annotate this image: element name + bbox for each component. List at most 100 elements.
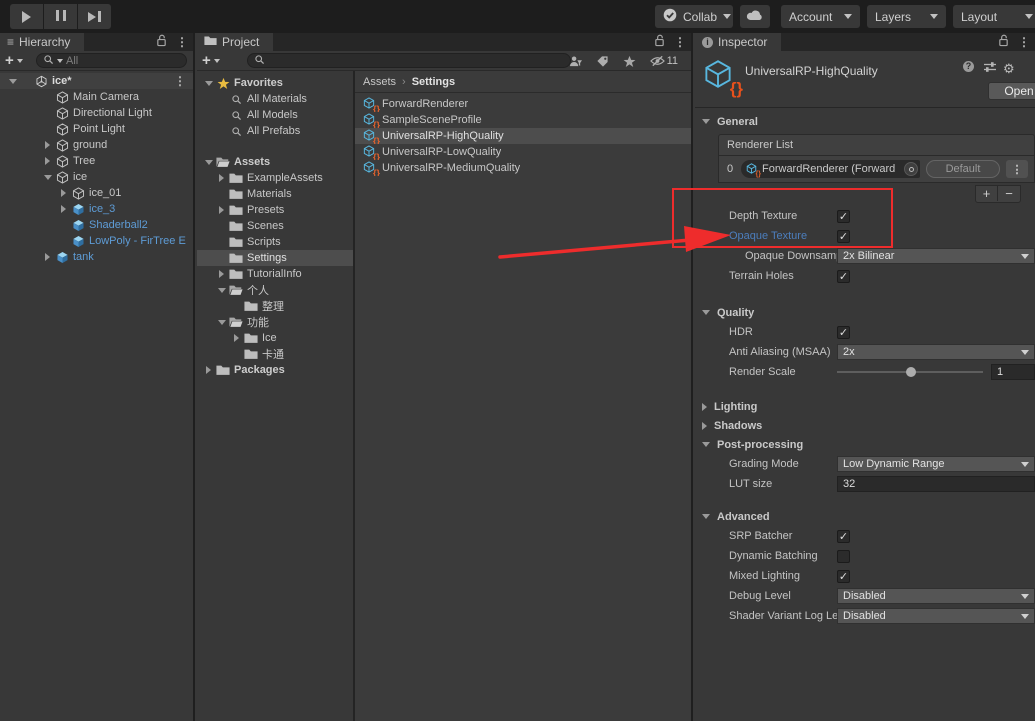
grading-mode-dropdown[interactable]: Low Dynamic Range — [837, 456, 1035, 472]
foldout-arrow[interactable] — [41, 175, 54, 180]
tree-item-settings[interactable]: Settings — [197, 250, 353, 266]
hierarchy-item-ice[interactable]: ice — [0, 169, 193, 185]
hierarchy-item-main-camera[interactable]: Main Camera — [0, 89, 193, 105]
foldout-arrow[interactable] — [57, 205, 70, 213]
renderer-object-field[interactable]: {} ForwardRenderer (Forward — [741, 160, 920, 178]
foldout-arrow[interactable] — [41, 141, 54, 149]
kebab-menu-icon[interactable]: ⋮ — [674, 36, 686, 48]
hierarchy-search-input[interactable]: All — [36, 53, 187, 68]
search-by-label-button[interactable] — [589, 51, 616, 71]
tree-item-exampleassets[interactable]: ExampleAssets — [197, 170, 353, 186]
foldout-arrow[interactable] — [215, 320, 228, 325]
tree-item-tutorialinfo[interactable]: TutorialInfo — [197, 266, 353, 282]
step-button[interactable] — [78, 4, 111, 29]
account-dropdown[interactable]: Account — [781, 5, 860, 28]
terrain-holes-checkbox[interactable]: ✓ — [837, 270, 850, 283]
cloud-button[interactable] — [740, 5, 770, 28]
mixed-lighting-checkbox[interactable]: ✓ — [837, 570, 850, 583]
presets-icon[interactable] — [983, 61, 997, 73]
asset-universalrp-lowquality[interactable]: {}UniversalRP-LowQuality — [355, 144, 691, 160]
foldout-arrow[interactable] — [202, 160, 215, 165]
foldout-arrow[interactable] — [41, 157, 54, 165]
tree-item-materials[interactable]: Materials — [197, 186, 353, 202]
hierarchy-item-ice-01[interactable]: ice_01 — [0, 185, 193, 201]
depth-texture-checkbox[interactable]: ✓ — [837, 210, 850, 223]
tree-item-scenes[interactable]: Scenes — [197, 218, 353, 234]
breadcrumb-root[interactable]: Assets — [363, 76, 396, 88]
render-scale-value[interactable]: 1 — [991, 364, 1035, 380]
play-button[interactable] — [10, 4, 43, 29]
kebab-menu-icon[interactable]: ⋮ — [1018, 36, 1030, 48]
tree-item-scripts[interactable]: Scripts — [197, 234, 353, 250]
foldout-arrow[interactable] — [6, 79, 19, 84]
tree-item-all-models[interactable]: All Models — [197, 107, 353, 123]
help-icon[interactable]: ? — [963, 61, 974, 72]
collab-dropdown[interactable]: Collab — [655, 5, 733, 28]
tab-project[interactable]: Project — [197, 33, 273, 51]
hierarchy-item-directional-light[interactable]: Directional Light — [0, 105, 193, 121]
lut-size-input[interactable]: 32 — [837, 476, 1035, 492]
render-scale-slider[interactable] — [837, 364, 983, 380]
add-renderer-button[interactable]: + — [976, 186, 998, 201]
open-button[interactable]: Open — [988, 82, 1035, 100]
field-label[interactable]: Opaque Texture — [729, 230, 837, 242]
section-shadows[interactable]: Shadows — [695, 416, 1035, 435]
asset-universalrp-highquality[interactable]: {}UniversalRP-HighQuality — [355, 128, 691, 144]
tree-item-item[interactable]: 卡通 — [197, 346, 353, 362]
hierarchy-item-shaderball2[interactable]: Shaderball2 — [0, 217, 193, 233]
tree-item-packages[interactable]: Packages — [197, 362, 353, 378]
foldout-arrow[interactable] — [215, 206, 228, 214]
tree-item-all-prefabs[interactable]: All Prefabs — [197, 123, 353, 139]
lock-icon[interactable] — [156, 34, 167, 50]
section-quality[interactable]: Quality — [695, 303, 1035, 322]
gear-icon[interactable]: ⚙ — [1003, 61, 1015, 77]
project-search-input[interactable] — [247, 53, 571, 68]
layout-dropdown[interactable]: Layout — [953, 5, 1035, 28]
project-add-button[interactable]: + — [202, 53, 220, 68]
foldout-arrow[interactable] — [41, 253, 54, 261]
dynamic-batching-checkbox[interactable] — [837, 550, 850, 563]
foldout-arrow[interactable] — [215, 174, 228, 182]
hierarchy-item-tree[interactable]: Tree — [0, 153, 193, 169]
breadcrumb-current[interactable]: Settings — [412, 76, 455, 88]
layers-dropdown[interactable]: Layers — [867, 5, 946, 28]
foldout-arrow[interactable] — [202, 366, 215, 374]
foldout-arrow[interactable] — [215, 288, 228, 293]
lock-icon[interactable] — [998, 34, 1009, 50]
tab-hierarchy[interactable]: ≡ Hierarchy — [0, 33, 84, 51]
anti-aliasing-msaa-dropdown[interactable]: 2x — [837, 344, 1035, 360]
tree-item-ice[interactable]: Ice — [197, 330, 353, 346]
hierarchy-item-lowpoly-firtree-e[interactable]: LowPoly - FirTree E — [0, 233, 193, 249]
opaque-texture-checkbox[interactable]: ✓ — [837, 230, 850, 243]
tree-item-item[interactable]: 整理 — [197, 298, 353, 314]
opaque-downsampling-dropdown[interactable]: 2x Bilinear — [837, 248, 1035, 264]
tree-item-item[interactable]: 个人 — [197, 282, 353, 298]
lock-icon[interactable] — [654, 34, 665, 50]
asset-forwardrenderer[interactable]: {}ForwardRenderer — [355, 96, 691, 112]
tree-item-favorites[interactable]: Favorites — [197, 75, 353, 91]
renderer-kebab-button[interactable]: ⋮ — [1006, 160, 1028, 178]
favorites-star-button[interactable] — [616, 51, 643, 71]
hierarchy-item-tank[interactable]: tank — [0, 249, 193, 265]
hdr-checkbox[interactable]: ✓ — [837, 326, 850, 339]
srp-batcher-checkbox[interactable]: ✓ — [837, 530, 850, 543]
foldout-arrow[interactable] — [215, 270, 228, 278]
tree-item-presets[interactable]: Presets — [197, 202, 353, 218]
shader-variant-log-level-dropdown[interactable]: Disabled — [837, 608, 1035, 624]
section-lighting[interactable]: Lighting — [695, 397, 1035, 416]
asset-universalrp-mediumquality[interactable]: {}UniversalRP-MediumQuality — [355, 160, 691, 176]
asset-samplesceneprofile[interactable]: {}SampleSceneProfile — [355, 112, 691, 128]
remove-renderer-button[interactable]: − — [998, 186, 1020, 201]
pause-button[interactable] — [44, 4, 77, 29]
tree-item-item[interactable]: 功能 — [197, 314, 353, 330]
foldout-arrow[interactable] — [57, 189, 70, 197]
kebab-menu-icon[interactable]: ⋮ — [174, 75, 186, 87]
search-by-type-button[interactable] — [562, 51, 589, 71]
kebab-menu-icon[interactable]: ⋮ — [176, 36, 188, 48]
debug-level-dropdown[interactable]: Disabled — [837, 588, 1035, 604]
object-picker-icon[interactable] — [904, 162, 918, 176]
default-button[interactable]: Default — [926, 160, 1000, 178]
scene-header[interactable]: ice* ⋮ — [0, 73, 193, 89]
tree-item-all-materials[interactable]: All Materials — [197, 91, 353, 107]
foldout-arrow[interactable] — [230, 334, 243, 342]
